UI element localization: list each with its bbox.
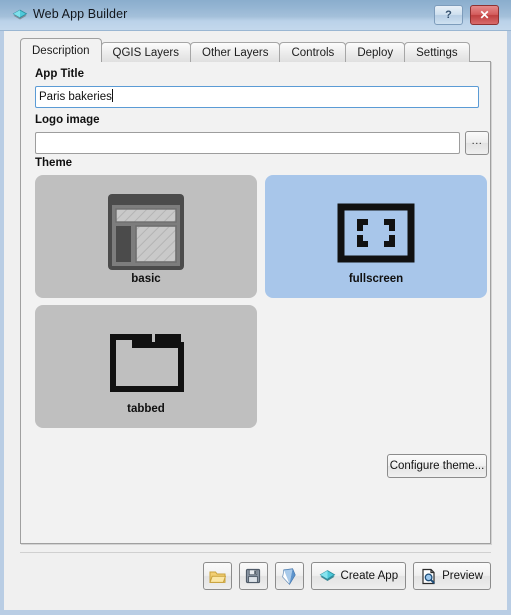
close-icon: ✕ <box>479 8 490 22</box>
tab-controls[interactable]: Controls <box>279 42 347 62</box>
text-caret <box>111 89 113 102</box>
save-project-button[interactable] <box>238 562 268 590</box>
tab-label: Controls <box>291 46 335 59</box>
logo-image-input[interactable] <box>35 132 460 154</box>
logo-image-label: Logo image <box>35 114 100 126</box>
help-button[interactable]: ? <box>434 5 463 25</box>
layout-tabbed-icon <box>105 321 187 403</box>
app-title-value: Paris bakeries <box>39 91 112 103</box>
preview-button[interactable]: Preview <box>413 562 491 590</box>
create-app-label: Create App <box>340 570 399 582</box>
app-title-input[interactable]: Paris bakeries <box>35 86 479 108</box>
tab-qgis-layers[interactable]: QGIS Layers <box>100 42 191 62</box>
web-app-builder-window: Web App Builder ? ✕ Description QGIS Lay… <box>0 0 511 615</box>
open-folder-icon <box>208 569 226 584</box>
preview-label: Preview <box>442 570 483 582</box>
description-tab-panel: App Title Paris bakeries Logo image ... … <box>20 61 491 544</box>
open-project-button[interactable] <box>202 562 232 590</box>
layout-fullscreen-icon <box>335 191 417 273</box>
footer-toolbar: Create App Preview <box>20 560 491 592</box>
footer-divider <box>20 552 491 553</box>
tab-label: Settings <box>416 46 458 59</box>
qgis-gem-icon <box>281 567 297 585</box>
tab-description[interactable]: Description <box>20 38 102 62</box>
theme-card-tabbed[interactable]: tabbed <box>35 305 257 428</box>
help-label: ? <box>445 9 452 21</box>
logo-browse-label: ... <box>471 134 483 147</box>
layers-diamond-icon <box>12 8 28 24</box>
tab-bar: Description QGIS Layers Other Layers Con… <box>20 38 470 62</box>
new-project-button[interactable] <box>274 562 304 590</box>
close-button[interactable]: ✕ <box>470 5 499 25</box>
theme-name: basic <box>131 273 161 285</box>
create-app-button[interactable]: Create App <box>310 562 407 590</box>
configure-theme-button[interactable]: Configure theme... <box>387 454 487 478</box>
tab-label: Other Layers <box>202 46 269 59</box>
theme-label: Theme <box>35 157 73 169</box>
tab-label: Deploy <box>357 46 394 59</box>
theme-name: tabbed <box>127 403 165 415</box>
tab-deploy[interactable]: Deploy <box>345 42 406 62</box>
title-bar: Web App Builder ? ✕ <box>0 0 511 31</box>
layout-basic-icon <box>105 191 187 273</box>
layers-diamond-icon <box>319 568 336 585</box>
theme-card-basic[interactable]: basic <box>35 175 257 298</box>
save-floppy-icon <box>245 568 261 584</box>
tab-settings[interactable]: Settings <box>404 42 470 62</box>
document-search-icon <box>421 568 437 585</box>
tab-label: QGIS Layers <box>112 46 179 59</box>
theme-name: fullscreen <box>348 273 404 285</box>
logo-browse-button[interactable]: ... <box>465 131 489 155</box>
app-title-label: App Title <box>35 68 84 80</box>
window-title: Web App Builder <box>33 7 128 21</box>
tab-other-layers[interactable]: Other Layers <box>190 42 281 62</box>
configure-theme-label: Configure theme... <box>389 460 485 472</box>
theme-card-fullscreen[interactable]: fullscreen <box>265 175 487 298</box>
tab-label: Description <box>32 44 90 57</box>
